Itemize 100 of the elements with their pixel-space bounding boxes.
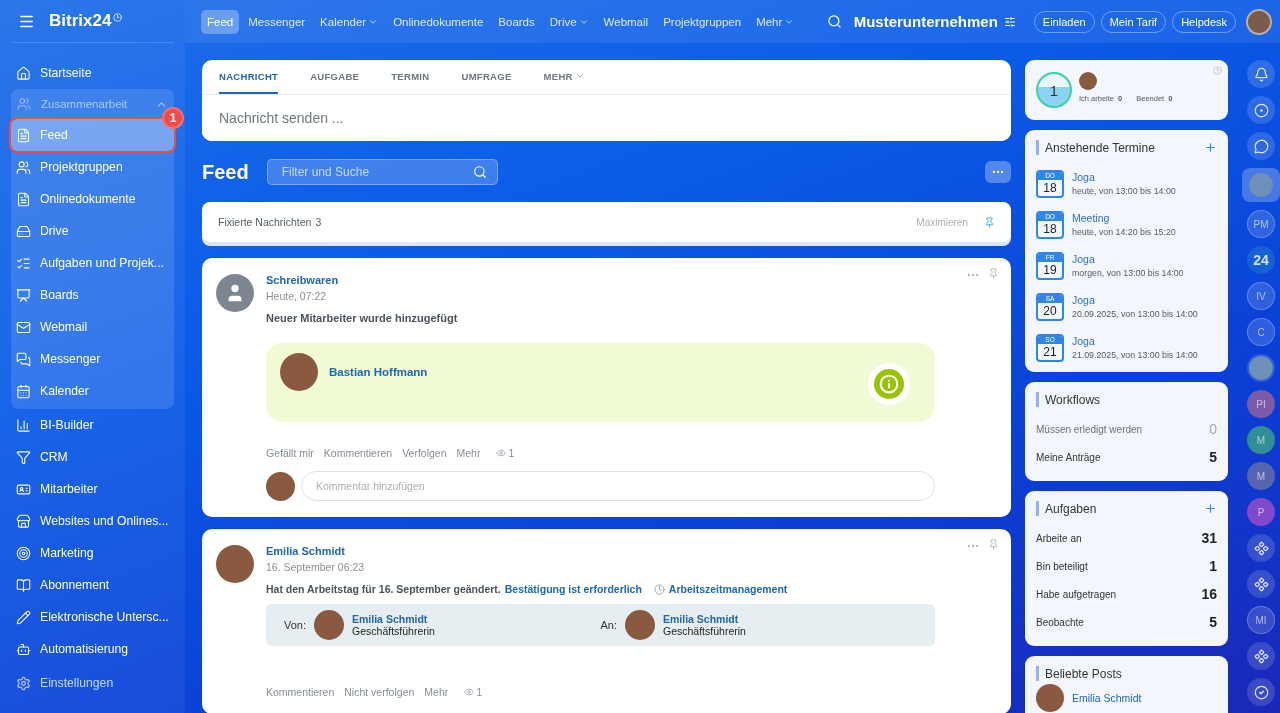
event-title[interactable]: Joga — [1072, 335, 1198, 347]
counter-value: 5 — [1209, 614, 1217, 630]
maximize-link[interactable]: Maximieren — [916, 216, 968, 228]
sidebar-item[interactable]: Boards — [11, 279, 174, 311]
sidebar-item[interactable]: CRM — [11, 441, 174, 473]
pinned-count: 3 — [315, 216, 322, 228]
counter-label[interactable]: Bin beteiligt — [1036, 560, 1088, 572]
sidebar-item[interactable]: Elektronische Untersc... — [11, 601, 174, 633]
party-name[interactable]: Emilia Schmidt — [663, 613, 746, 625]
post-action-link[interactable]: Kommentieren — [323, 447, 393, 459]
event-title[interactable]: Joga — [1072, 253, 1184, 265]
chat-initials[interactable]: PM — [1247, 210, 1275, 238]
event-title[interactable]: Meeting — [1072, 212, 1176, 224]
post-text: Neuer Mitarbeiter wurde hinzugefügt — [266, 312, 459, 324]
nav-tab[interactable]: Boards — [492, 9, 541, 34]
counter-value: 0 — [1209, 421, 1217, 437]
sidebar-item[interactable]: Onlinedokumente — [11, 183, 174, 215]
chat-initials[interactable]: M — [1247, 462, 1275, 490]
sidebar-item[interactable]: Startseite — [11, 57, 174, 89]
step-badge: 1 — [162, 107, 184, 129]
post-text: Hat den Arbeitstag für 16. September geändert. — [266, 583, 501, 595]
post-action-link[interactable]: Nicht verfolgen — [344, 686, 415, 698]
sidebar-item[interactable]: Aufgaben und Projek... — [11, 247, 174, 279]
event-time: morgen, von 13:00 bis 14:00 — [1072, 268, 1184, 278]
chat-initials[interactable]: PI — [1247, 390, 1275, 418]
post-action-link[interactable]: Mehr — [424, 686, 449, 698]
counter-label[interactable]: Meine Anträge — [1036, 451, 1101, 463]
nav-tab[interactable]: Drive — [543, 9, 595, 34]
sidebar-item[interactable]: Kalender — [11, 375, 174, 407]
counter-value: 16 — [1201, 586, 1217, 602]
chat-initials[interactable]: P — [1247, 498, 1275, 526]
card-title: Workflows — [1045, 392, 1101, 407]
party-label: Von: — [284, 619, 307, 631]
sidebar-item[interactable]: Marketing — [11, 537, 174, 569]
sidebar-item[interactable]: Projektgruppen — [11, 151, 174, 183]
counter-label[interactable]: Beobachte — [1036, 616, 1084, 628]
counter-label[interactable]: Müssen erledigt werden — [1036, 423, 1143, 435]
nav-tab[interactable]: Mehr — [750, 9, 801, 34]
post-author[interactable]: Emilia Schmidt — [266, 545, 935, 557]
event-time: heute, von 14:20 bis 15:20 — [1072, 227, 1176, 237]
brand-logo[interactable]: Bitrix24 — [49, 11, 112, 31]
card-title: Beliebte Posts — [1045, 666, 1122, 681]
party-name[interactable]: Emilia Schmidt — [352, 613, 435, 625]
sidebar-item[interactable]: Websites und Onlines... — [11, 505, 174, 537]
composer-tab[interactable]: UMFRAGE — [461, 60, 512, 94]
confirmation-link[interactable]: Bestätigung ist erforderlich — [504, 583, 642, 595]
composer-tab[interactable]: TERMIN — [391, 60, 430, 94]
sidebar-item[interactable]: Messenger — [11, 343, 174, 375]
event-title[interactable]: Joga — [1072, 294, 1198, 306]
pinned-label: Fixierte Nachrichten — [218, 216, 312, 228]
event-time: 21.09.2025, von 13:00 bis 14:00 — [1072, 350, 1198, 360]
counter-value: 5 — [1209, 449, 1217, 465]
nav-tab[interactable]: Webmail — [597, 9, 655, 34]
chat-logo[interactable]: 24 — [1247, 246, 1275, 274]
counter-label[interactable]: Arbeite an — [1036, 532, 1082, 544]
chat-initials[interactable]: IV — [1247, 282, 1275, 310]
post-author[interactable]: Emilia Schmidt — [1072, 692, 1142, 704]
nav-tab[interactable]: Kalender — [314, 9, 385, 34]
card-title: Anstehende Termine — [1045, 140, 1155, 155]
post-time: 16. September 06:23 — [266, 561, 366, 573]
company-name[interactable]: Musterunternehmen — [853, 13, 998, 30]
post-author[interactable]: Schreibwaren — [266, 274, 935, 286]
views-count: 1 — [508, 447, 515, 459]
chat-initials[interactable]: M — [1247, 426, 1275, 454]
composer-tab[interactable]: AUFGABE — [310, 60, 360, 94]
post-action-link[interactable]: Gefällt mir — [266, 447, 314, 459]
sidebar-item[interactable]: Abonnement — [11, 569, 174, 601]
nav-tab[interactable]: Projektgruppen — [657, 9, 748, 34]
worktime-counter[interactable]: 1 — [1036, 72, 1072, 108]
sidebar-item[interactable]: Drive — [11, 215, 174, 247]
comment-field[interactable]: Kommentar hinzufügen — [301, 471, 935, 501]
party-role: Geschäftsführerin — [663, 625, 746, 637]
composer-tab[interactable]: MEHR — [543, 60, 584, 94]
post-action-link[interactable]: Mehr — [456, 447, 481, 459]
post-action-link[interactable]: Kommentieren — [266, 686, 335, 698]
search-input[interactable]: Filter und Suche — [279, 164, 473, 180]
module-link[interactable]: Arbeitszeitmanagement — [668, 583, 788, 595]
views-count: 1 — [476, 686, 483, 698]
counter-label[interactable]: Habe aufgetragen — [1036, 588, 1117, 600]
event-title[interactable]: Joga — [1072, 171, 1176, 183]
chat-initials[interactable]: C — [1247, 318, 1275, 346]
sidebar-item[interactable]: Mitarbeiter — [11, 473, 174, 505]
party-label: An: — [600, 619, 617, 631]
sidebar-item[interactable]: Webmail — [11, 311, 174, 343]
settings-item[interactable]: Einstellungen — [11, 667, 174, 699]
chat-initials[interactable]: MI — [1247, 606, 1275, 634]
sidebar-item[interactable]: Automatisierung — [11, 633, 174, 665]
post-action-link[interactable]: Verfolgen — [402, 447, 447, 459]
nav-tab[interactable]: Messenger — [242, 9, 312, 34]
post-time: Heute, 07:22 — [266, 290, 328, 302]
feed-title: Feed — [202, 160, 249, 184]
party-role: Geschäftsführerin — [352, 625, 435, 637]
counter-value: 31 — [1201, 530, 1217, 546]
employee-name[interactable]: Bastian Hoffmann — [329, 366, 428, 378]
nav-tab[interactable]: Onlinedokumente — [387, 9, 490, 34]
event-time: 20.09.2025, von 13:00 bis 14:00 — [1072, 309, 1198, 319]
search-bar[interactable]: Filter und Suche — [266, 159, 498, 185]
event-time: heute, von 13:00 bis 14:00 — [1072, 186, 1176, 196]
nav-tab[interactable]: Feed — [201, 9, 240, 34]
sidebar-item[interactable]: BI-Builder — [11, 409, 174, 441]
